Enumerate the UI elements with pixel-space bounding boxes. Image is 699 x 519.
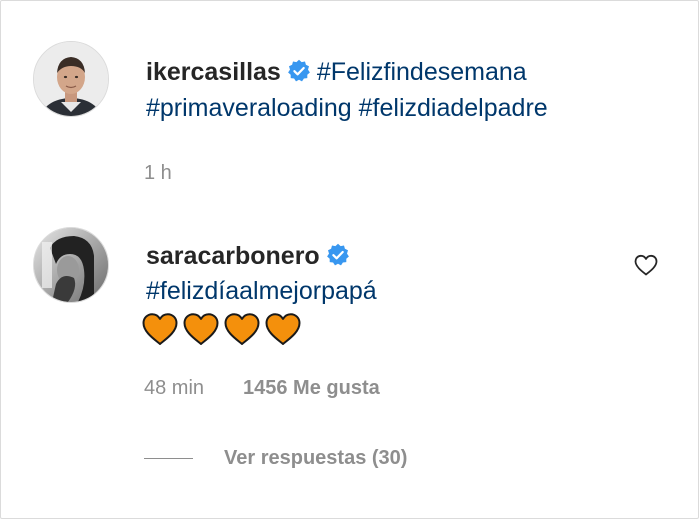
comments-panel: ikercasillas #Felizfindesemana #primavera…	[0, 0, 699, 519]
orange-heart-emoji	[264, 312, 302, 346]
post-username[interactable]: ikercasillas	[146, 58, 281, 86]
heart-outline-icon	[634, 254, 658, 276]
like-comment-button[interactable]	[633, 253, 659, 277]
verified-badge-icon	[326, 243, 350, 267]
avatar-image-saracarbonero	[34, 228, 108, 302]
hashtag-link[interactable]: #primaveraloading	[146, 94, 352, 122]
comment-text: #felizdíaalmejorpapá	[146, 275, 377, 307]
post-caption-line-1: ikercasillas #Felizfindesemana	[146, 56, 527, 88]
heart-emoji-row	[141, 312, 302, 346]
comment-header: saracarbonero	[146, 240, 356, 272]
view-replies-button[interactable]: Ver respuestas (30)	[144, 446, 407, 470]
comment-author-avatar[interactable]	[33, 227, 109, 303]
avatar-image-ikercasillas	[34, 42, 108, 116]
orange-heart-emoji	[141, 312, 179, 346]
hashtag-link[interactable]: #Felizfindesemana	[317, 58, 527, 86]
verified-badge-icon	[287, 59, 311, 83]
hashtag-link[interactable]: #felizdiadelpadre	[359, 94, 548, 122]
orange-heart-emoji	[182, 312, 220, 346]
post-author-avatar[interactable]	[33, 41, 109, 117]
comment-timestamp[interactable]: 48 min	[144, 376, 204, 400]
replies-divider	[144, 457, 193, 459]
post-timestamp[interactable]: 1 h	[144, 161, 172, 185]
hashtag-link[interactable]: #felizdíaalmejorpapá	[146, 277, 377, 305]
comment-likes-count[interactable]: 1456 Me gusta	[243, 376, 380, 400]
comment-username[interactable]: saracarbonero	[146, 242, 320, 270]
orange-heart-emoji	[223, 312, 261, 346]
view-replies-label: Ver respuestas (30)	[224, 447, 408, 469]
post-caption-line-2: #primaveraloading #felizdiadelpadre	[146, 92, 548, 124]
